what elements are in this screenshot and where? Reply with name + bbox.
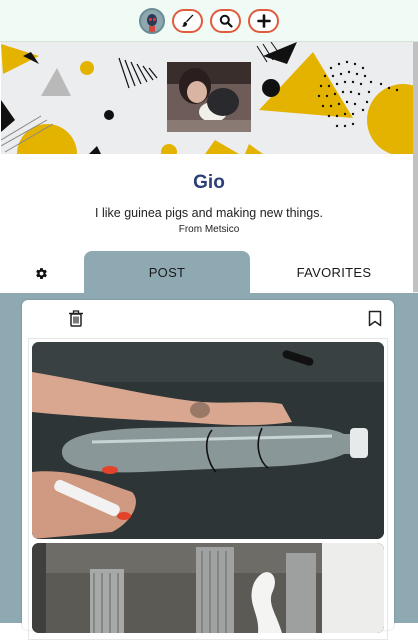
profile-banner (1, 42, 413, 154)
search-icon (219, 14, 233, 28)
profile-photo (167, 62, 251, 132)
profile-bio: I like guinea pigs and making new things… (95, 206, 323, 220)
profile-name: Gio (193, 172, 225, 193)
post-image[interactable] (32, 543, 384, 633)
top-nav-bar (0, 0, 418, 42)
delete-post-button[interactable] (68, 310, 86, 328)
profile-location: From Metsico (178, 224, 240, 235)
alien-avatar-icon[interactable] (139, 7, 165, 34)
post-image[interactable] (32, 342, 384, 539)
bookmark-button[interactable] (368, 310, 384, 328)
bottle-photo (32, 342, 384, 539)
kitchen-photo (32, 543, 384, 633)
tab-post[interactable]: POST (84, 251, 250, 293)
bookmark-icon (368, 310, 382, 327)
gear-icon (35, 267, 47, 279)
add-button[interactable] (248, 8, 279, 33)
tab-favorites[interactable]: FAVORITES (250, 251, 418, 293)
banner-pattern (1, 42, 413, 154)
brush-button[interactable] (172, 8, 203, 33)
search-button[interactable] (210, 8, 241, 33)
trash-icon (69, 310, 83, 327)
brush-icon (181, 14, 193, 27)
profile-tabs: POST FAVORITES (0, 251, 418, 293)
plus-icon (256, 13, 271, 28)
settings-button[interactable] (26, 263, 56, 283)
